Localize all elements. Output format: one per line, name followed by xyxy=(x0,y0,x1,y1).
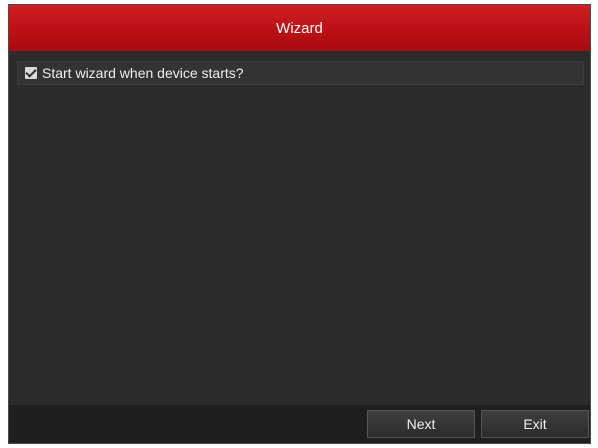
start-wizard-option[interactable]: Start wizard when device starts? xyxy=(17,61,584,85)
next-button[interactable]: Next xyxy=(367,410,475,438)
exit-button[interactable]: Exit xyxy=(481,410,589,438)
dialog-title: Wizard xyxy=(276,19,323,37)
wizard-dialog: Wizard Start wizard when device starts? … xyxy=(8,4,591,444)
button-bar: Next Exit xyxy=(9,405,590,443)
start-wizard-checkbox[interactable] xyxy=(25,66,37,79)
checkmark-icon xyxy=(25,66,37,78)
start-wizard-label: Start wizard when device starts? xyxy=(42,65,244,81)
title-bar: Wizard xyxy=(9,5,590,51)
